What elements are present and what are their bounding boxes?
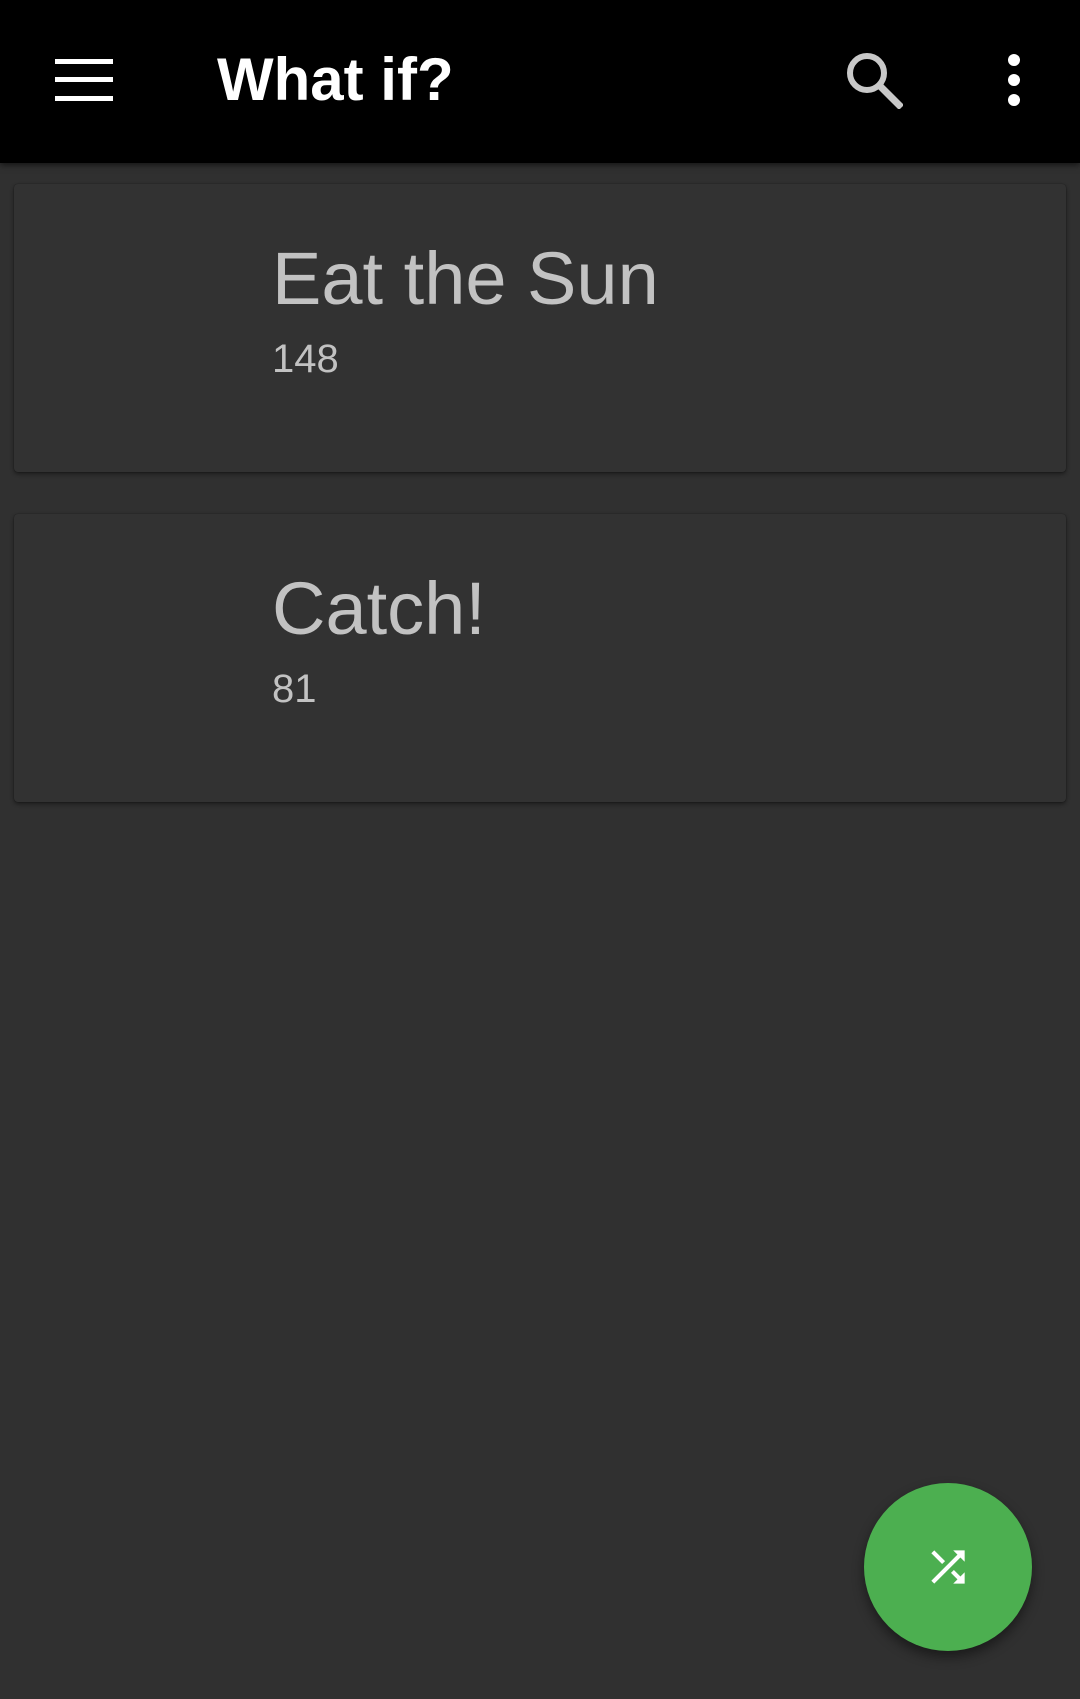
search-icon [847,53,903,109]
shuffle-icon [931,1550,965,1584]
menu-button[interactable] [40,36,128,124]
article-title: Eat the Sun [272,237,659,320]
article-number: 148 [272,337,339,381]
article-title: Catch! [272,567,486,650]
app-title: What if? [217,46,454,113]
menu-icon [55,59,113,101]
app-bar: What if? [0,0,1080,163]
article-card[interactable]: Eat the Sun 148 [14,184,1066,472]
more-vert-icon [1008,54,1020,106]
article-number: 81 [272,667,317,711]
shuffle-button[interactable] [864,1483,1032,1651]
search-button[interactable] [830,36,918,124]
overflow-menu-button[interactable] [970,36,1058,124]
article-card[interactable]: Catch! 81 [14,514,1066,802]
